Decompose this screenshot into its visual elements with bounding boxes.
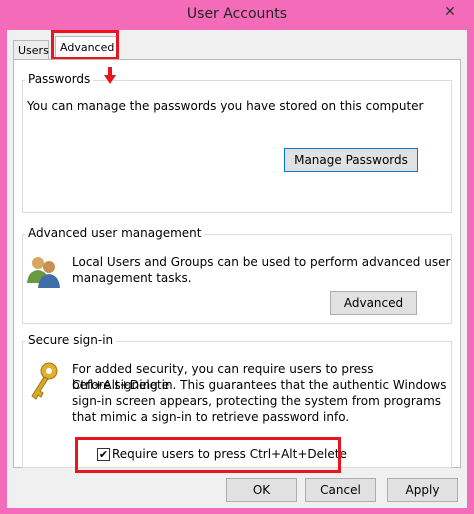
cancel-button[interactable]: Cancel [305, 478, 376, 502]
secure-signin-line4: that mimic a sign-in to retrieve passwor… [72, 410, 350, 424]
ok-button[interactable]: OK [226, 478, 297, 502]
highlight-checkbox [75, 437, 341, 473]
highlight-advanced-tab [51, 30, 119, 60]
key-icon [29, 362, 59, 405]
dialog-client: Users Advanced Passwords You can manage … [7, 30, 467, 508]
passwords-group: Passwords You can manage the passwords y… [22, 72, 452, 213]
advanced-button[interactable]: Advanced [330, 291, 417, 315]
secure-signin-label: Secure sign-in [25, 333, 117, 347]
advanced-user-management-label: Advanced user management [25, 226, 205, 240]
advanced-user-management-line1: Local Users and Groups can be used to pe… [72, 255, 451, 269]
advanced-user-management-group: Advanced user management Local Users and… [22, 226, 452, 324]
advanced-user-management-line2: management tasks. [72, 271, 192, 285]
window-title: User Accounts [186, 6, 288, 22]
secure-signin-line2: before signing in. This guarantees that … [72, 378, 447, 392]
passwords-label: Passwords [25, 72, 94, 86]
apply-button[interactable]: Apply [387, 478, 458, 502]
manage-passwords-button[interactable]: Manage Passwords [284, 148, 418, 172]
arrow-down-icon [102, 67, 126, 90]
secure-signin-line3: sign-in screen appears, protecting the s… [72, 394, 442, 408]
users-icon [25, 255, 61, 292]
advanced-panel: Passwords You can manage the passwords y… [13, 59, 461, 473]
title-bar: User Accounts ✕ [0, 0, 474, 30]
close-icon[interactable]: ✕ [440, 2, 460, 22]
tab-users[interactable]: Users [13, 40, 49, 60]
passwords-description: You can manage the passwords you have st… [27, 99, 424, 113]
